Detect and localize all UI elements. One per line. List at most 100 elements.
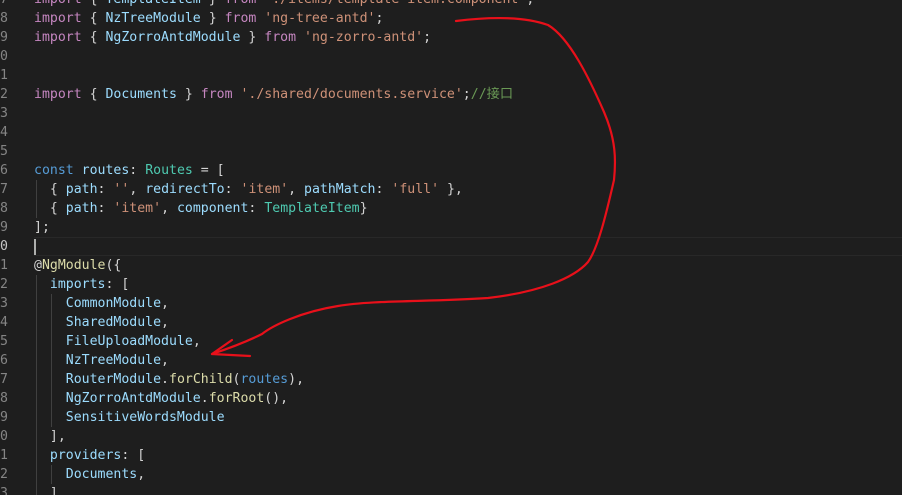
line-number: 4 [0,315,8,330]
line-content: providers: [ [34,446,145,465]
code-token: : [224,182,241,197]
code-token: : [97,201,114,216]
code-line[interactable]: 3 CommonModule, [0,294,902,313]
code-token: forChild [169,372,233,387]
code-line[interactable]: 1 @NgModule({ [0,256,902,275]
code-line[interactable]: 2 Documents, [0,465,902,484]
code-line[interactable]: 8 NgZorroAntdModule.forRoot(), [0,389,902,408]
code-token: SensitiveWordsModule [65,410,225,425]
code-line[interactable]: 1 providers: [ [0,446,902,465]
code-token: . [161,372,169,387]
line-number: 3 [0,106,8,121]
code-line[interactable]: 6 NzTreeModule, [0,351,902,370]
code-token: , [192,334,201,349]
code-token: . [200,391,209,406]
code-token: import [34,30,82,45]
line-content: SharedModule, [34,313,169,332]
code-token: ({ [105,258,122,273]
code-line[interactable]: 0 [0,47,902,66]
code-token: CommonModule [65,296,162,311]
code-token: 'item' [113,201,162,216]
code-token: NgZorroAntdModule [105,30,241,45]
code-editor[interactable]: 7 import { TemplateItem } from './items/t… [0,0,902,495]
code-token: FileUploadModule [65,334,193,349]
code-line[interactable]: 4 SharedModule, [0,313,902,332]
line-number: 5 [0,334,8,349]
code-line[interactable]: 0 [0,237,902,256]
line-number: 6 [0,163,8,178]
code-line[interactable]: 7 RouterModule.forChild(routes), [0,370,902,389]
line-content: { path: '', redirectTo: 'item', pathMatc… [34,180,463,199]
code-line[interactable]: 0 ], [0,427,902,446]
code-line[interactable]: 8 { path: 'item', component: TemplateIte… [0,199,902,218]
code-line[interactable]: 9]; [0,218,902,237]
code-token: import [34,0,82,7]
code-line[interactable]: 3 [0,104,902,123]
code-token: RouterModule [65,372,162,387]
code-line[interactable]: 8 import { NzTreeModule } from 'ng-tree-a… [0,9,902,28]
code-line[interactable]: 5 [0,142,902,161]
code-token: pathMatch [304,182,376,197]
code-line[interactable]: 5 FileUploadModule, [0,332,902,351]
code-line[interactable]: 2 imports: [ [0,275,902,294]
line-number: 2 [0,467,8,482]
code-token: , [288,182,305,197]
code-token: ]; [34,220,50,235]
code-line[interactable]: 9 import { NgZorroAntdModule } from 'ng-z… [0,28,902,47]
line-number: 3 [0,486,8,495]
code-line[interactable]: 3 ], [0,484,902,495]
line-number: 0 [0,239,8,254]
code-line[interactable]: 6 const routes: Routes = [ [0,161,902,180]
line-content: { path: 'item', component: TemplateItem} [34,199,368,218]
code-token: import [34,87,82,102]
line-number: 2 [0,87,8,102]
line-number: 7 [0,372,8,387]
line-number: 0 [0,429,8,444]
text-cursor [34,239,36,255]
line-content: SensitiveWordsModule [34,408,225,427]
code-token: : [129,163,146,178]
code-token: NgModule [41,258,106,273]
code-line[interactable]: 4 [0,123,902,142]
code-token: from [264,30,297,45]
code-line[interactable]: 7 { path: '', redirectTo: 'item', pathMa… [0,180,902,199]
code-token: , [161,201,177,216]
code-token: from [200,87,233,102]
code-lines[interactable]: 7 import { TemplateItem } from './items/t… [0,0,902,495]
code-token: Documents [65,467,138,482]
line-number: 1 [0,258,8,273]
code-token: @ [34,258,42,273]
code-token: ; [526,0,534,7]
code-token: { [82,0,106,7]
line-content: @NgModule({ [34,256,121,275]
code-token: Routes [145,163,193,178]
code-token: routes [240,372,289,387]
code-token: , [161,296,169,311]
line-number: 8 [0,201,8,216]
code-token: '' [113,182,130,197]
code-token: = [ [192,163,225,178]
line-content: FileUploadModule, [34,332,201,351]
code-token: } [240,30,265,45]
code-line[interactable]: 7 import { TemplateItem } from './items/t… [0,0,902,9]
code-token: from [225,0,257,7]
line-content: ], [34,427,66,446]
line-number: 2 [0,277,8,292]
code-line[interactable]: 9 SensitiveWordsModule [0,408,902,427]
code-token: } [176,87,201,102]
line-content: RouterModule.forChild(routes), [34,370,304,389]
code-token: ; [423,30,432,45]
code-token: //接口 [470,87,514,102]
code-token: TemplateItem [264,201,360,216]
code-token: Documents [105,87,177,102]
code-token: { [81,87,106,102]
code-line[interactable]: 1 [0,66,902,85]
code-token: : [ [105,277,130,292]
code-line[interactable]: 2 import { Documents } from './shared/doc… [0,85,902,104]
code-token: }, [439,182,463,197]
